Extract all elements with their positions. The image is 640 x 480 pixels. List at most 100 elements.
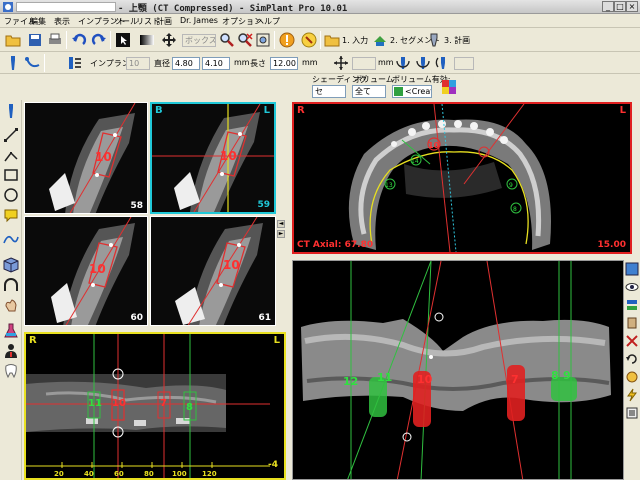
step3-plan-button[interactable]: 3. 計画 [426, 31, 470, 49]
implant-number-field[interactable]: 10 [126, 57, 150, 70]
nerve-draw-tool[interactable] [2, 230, 20, 248]
render-3d-panel[interactable]: 12 11 10 7 8 9 [292, 260, 624, 480]
layers-icon[interactable] [625, 298, 639, 312]
axial-view-panel[interactable]: 14 13 10 9 8 R L CT Axial: 67.80 15.00 [292, 102, 632, 254]
contrast-button[interactable] [138, 31, 156, 49]
fit-view-button[interactable] [254, 31, 272, 49]
curve-icon [3, 235, 19, 244]
diameter-label: 直径 [154, 59, 170, 68]
clip-icon[interactable] [625, 334, 639, 348]
rotate-left-button[interactable] [394, 54, 412, 72]
menu-doctor[interactable]: Dr. James [180, 16, 218, 25]
menu-plan[interactable]: 計画 [156, 16, 172, 27]
nerve-tool-button[interactable] [24, 54, 42, 72]
window-title: - 上顎 (CT Compressed) - SimPlant Pro 10.0… [118, 4, 348, 14]
implant-tool-button[interactable] [4, 54, 22, 72]
pano-x-tick: 80 [144, 470, 154, 478]
rotate-view-icon[interactable] [625, 352, 639, 366]
menu-view[interactable]: 表示 [54, 16, 70, 27]
distance-tool[interactable] [2, 126, 20, 144]
tilt-field[interactable] [454, 57, 474, 70]
diameter-field[interactable]: 4.80 [172, 57, 200, 70]
open-folder-button[interactable] [4, 31, 22, 49]
axial-implant-label: 13 [385, 182, 393, 189]
arch-icon [4, 278, 18, 291]
zoom-out-button[interactable] [236, 31, 254, 49]
contrast-icon [140, 35, 154, 45]
sphere-icon[interactable] [625, 370, 639, 384]
redo-button[interactable] [90, 31, 108, 49]
axial-implant-label: 10 [428, 141, 440, 150]
cross-section-panel-59[interactable]: 10 B L 59 [150, 102, 276, 214]
angle-tool[interactable] [2, 146, 20, 164]
menu-edit[interactable]: 編集 [30, 16, 46, 27]
cross-section-panel-58[interactable]: 10 58 [24, 102, 148, 214]
person-icon [5, 344, 17, 358]
volume-dropdown[interactable]: 全て [352, 85, 386, 98]
cross-section-panel-60[interactable]: 10 60 [24, 216, 148, 326]
volume-enable-icon [394, 87, 403, 96]
jaw-3d-render: 12 11 10 7 8 9 [293, 261, 623, 479]
simplant-window: - 上顎 (CT Compressed) - SimPlant Pro 10.0… [0, 0, 640, 480]
length-field[interactable]: 12.00 [270, 57, 298, 70]
view-front-icon[interactable] [625, 262, 639, 276]
cursor-icon [116, 33, 130, 47]
cube-icon [3, 257, 19, 273]
color-tool[interactable] [2, 322, 20, 340]
pano-implant-label: 7 [160, 398, 167, 409]
tooth-icon [5, 364, 17, 379]
axial-ct-image: 14 13 10 9 8 [294, 104, 630, 252]
pan-button[interactable] [160, 31, 178, 49]
box-view-icon[interactable] [625, 406, 639, 420]
annotation-tool[interactable] [2, 206, 20, 224]
collapse-left-arrow[interactable]: ◄ [277, 220, 285, 228]
mode-dropdown[interactable]: ボックス [182, 34, 216, 47]
close-button[interactable]: × [626, 1, 638, 12]
panoramic-view-panel[interactable]: 11 10 7 8 R L 20 40 60 80 100 120 -4 [24, 332, 286, 480]
tooth-tool[interactable] [2, 362, 20, 380]
save-button[interactable] [26, 31, 44, 49]
info-button[interactable] [278, 31, 296, 49]
collapse-right-arrow[interactable]: ► [277, 230, 285, 238]
arch-tool[interactable] [2, 276, 20, 294]
cross-section-panel-61[interactable]: 10 61 [150, 216, 276, 326]
angle-icon [4, 151, 18, 162]
eye-icon[interactable] [625, 280, 639, 294]
implant-list-icon [69, 57, 81, 69]
hand-tool[interactable] [2, 296, 20, 314]
tilt-icon [435, 57, 445, 69]
lightning-icon[interactable] [625, 388, 639, 402]
rectangle-tool[interactable] [2, 166, 20, 184]
bone-icon[interactable] [625, 316, 639, 330]
magnifier-cross-icon [238, 33, 253, 47]
volume-tool[interactable] [2, 256, 20, 274]
step1-input-button[interactable]: 1. 入力 [324, 31, 368, 49]
move-icon [162, 33, 176, 47]
diameter-field-2[interactable]: 4.10 [202, 57, 230, 70]
select-tool-button[interactable] [114, 31, 132, 49]
ellipse-tool[interactable] [2, 186, 20, 204]
render-implant-label: 12 [343, 375, 358, 388]
implant-tool[interactable] [2, 102, 20, 120]
rotate-right-button[interactable] [414, 54, 432, 72]
offset-unit: mm [378, 58, 394, 67]
zoom-button[interactable] [218, 31, 236, 49]
crosshair-button[interactable] [332, 54, 350, 72]
redo-icon [91, 33, 106, 45]
undo-button[interactable] [70, 31, 88, 49]
menu-help[interactable]: ヘルプ [256, 16, 280, 27]
volume-label: ボリューム [354, 75, 394, 84]
vertical-splitter[interactable]: ◄ ► [277, 102, 285, 328]
maximize-button[interactable]: □ [614, 1, 626, 12]
settings-button[interactable] [300, 31, 318, 49]
implant-list-button[interactable] [66, 54, 84, 72]
left-toolbar [0, 100, 22, 480]
doctor-tool[interactable] [2, 342, 20, 360]
print-button[interactable] [46, 31, 64, 49]
palette-button[interactable] [440, 78, 458, 96]
menu-tools[interactable]: ツール [114, 16, 138, 27]
shading-dropdown[interactable]: セ [312, 85, 346, 98]
minimize-button[interactable]: _ [602, 1, 614, 12]
offset-field[interactable] [352, 57, 376, 70]
tilt-button[interactable] [434, 54, 452, 72]
